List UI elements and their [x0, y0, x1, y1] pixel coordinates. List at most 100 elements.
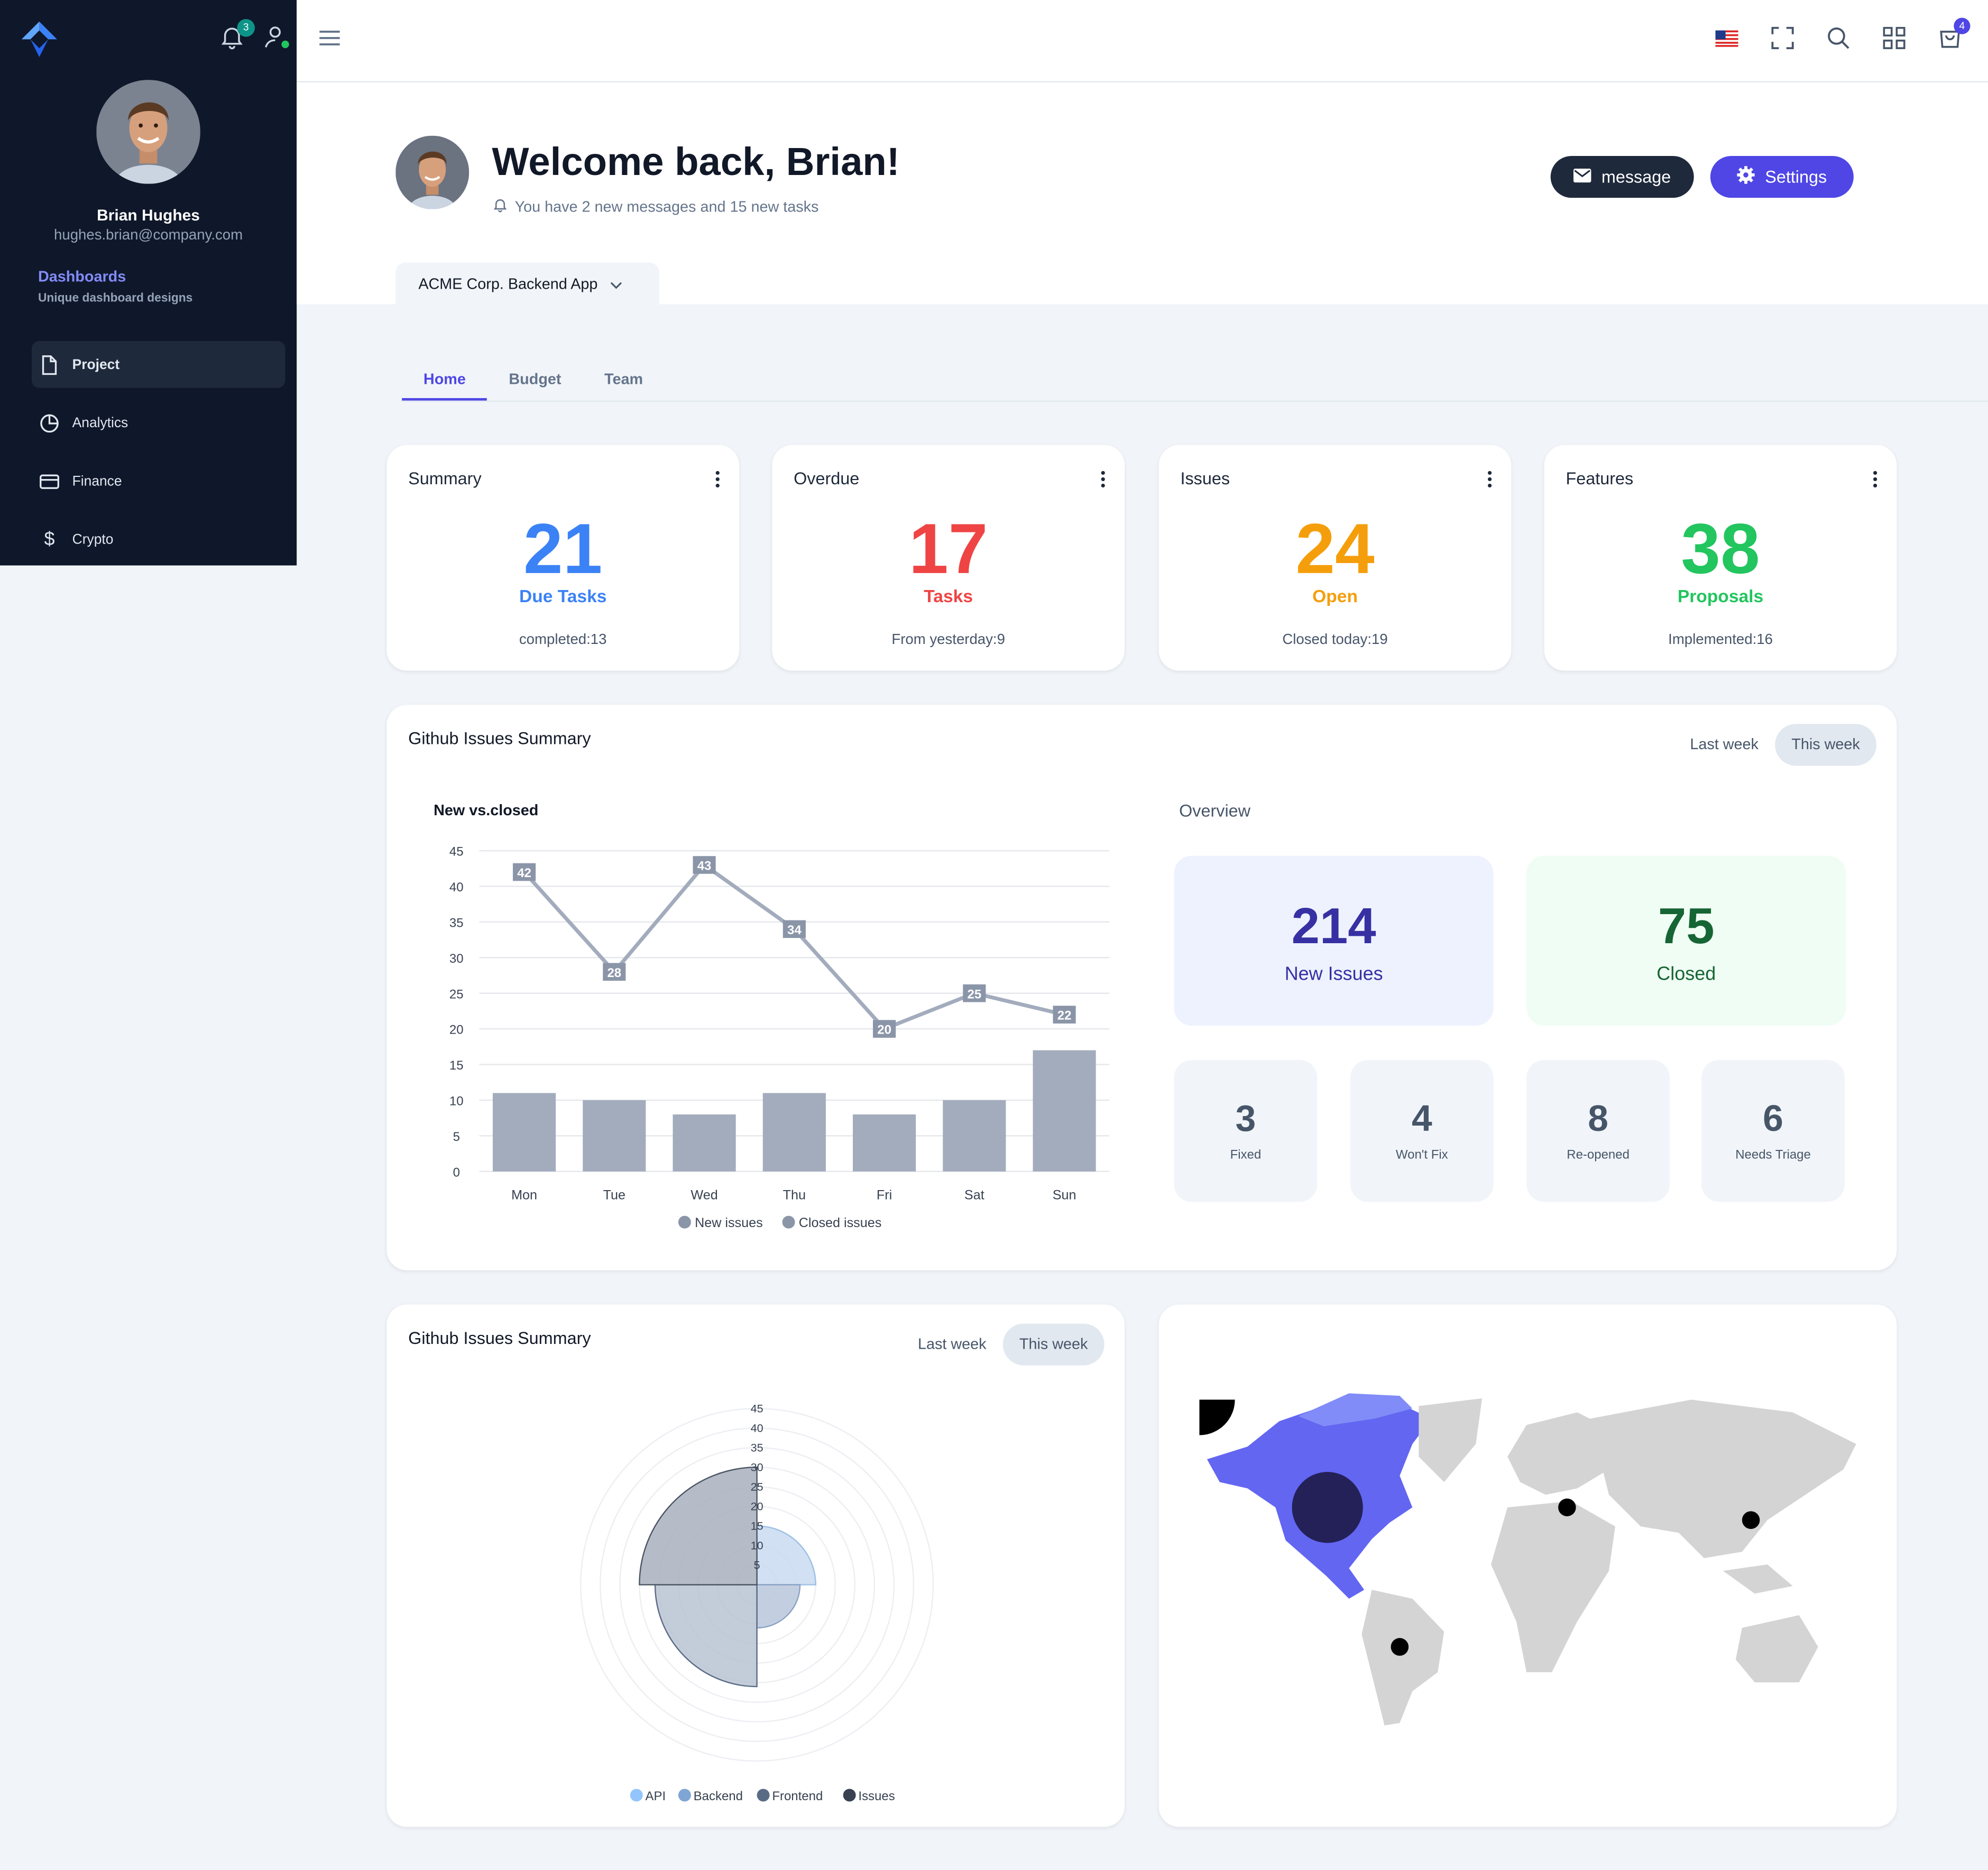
menu-icon[interactable] — [317, 25, 342, 51]
card-title: Summary — [408, 469, 482, 489]
dashboard-tabs: Home Budget Team — [402, 364, 665, 401]
fixed-box: 3 Fixed — [1174, 1060, 1318, 1202]
wont-fix-box: 4 Won't Fix — [1350, 1060, 1494, 1202]
app-logo[interactable] — [20, 20, 58, 58]
fullscreen-icon[interactable] — [1768, 23, 1798, 53]
polar-area-chart: 5 10 15 20 25 30 35 40 45 API Backend Frontend Issue… — [580, 1402, 934, 1803]
notification-bell-icon[interactable]: 3 — [218, 19, 255, 51]
sidebar-item-project[interactable]: Project — [31, 341, 286, 388]
legend-label: Issues — [858, 1789, 895, 1803]
y-tick-label: 10 — [449, 1094, 464, 1108]
x-tick-label: Sat — [964, 1187, 984, 1202]
wont-fix-value: 4 — [1411, 1099, 1432, 1140]
y-tick-label: 25 — [449, 987, 464, 1001]
tab-home[interactable]: Home — [402, 364, 487, 401]
project-selector[interactable]: ACME Corp. Backend App — [395, 262, 659, 305]
stat-footer: Implemented:16 — [1668, 632, 1773, 648]
r-tick-label: 35 — [751, 1441, 763, 1454]
sidebar-item-crypto[interactable]: $ Crypto — [32, 516, 286, 563]
polar-segment-frontend — [654, 1584, 758, 1688]
reopened-label: Re-opened — [1567, 1148, 1630, 1163]
card-title: Overdue — [794, 469, 860, 489]
sidebar: 3 Brian Hughes hughes.brian@company.com … — [0, 0, 297, 566]
region-australia — [1735, 1615, 1818, 1683]
y-tick-label: 5 — [453, 1130, 460, 1144]
legend-label: New issues — [695, 1215, 763, 1230]
closed-box: 75 Closed — [1526, 855, 1846, 1026]
us-flag-icon[interactable] — [1711, 23, 1742, 53]
card-title: Features — [1566, 469, 1634, 489]
region-asia — [1590, 1399, 1856, 1559]
r-tick-label: 45 — [751, 1402, 763, 1415]
reopened-box: 8 Re-opened — [1526, 1060, 1670, 1202]
more-options-icon[interactable] — [1871, 471, 1879, 489]
header-subtitle-text: You have 2 new messages and 15 new tasks — [514, 198, 819, 216]
stat-label: Tasks — [924, 585, 973, 606]
more-options-icon[interactable] — [1486, 471, 1493, 489]
map-marker-south-america — [1391, 1638, 1409, 1656]
message-button[interactable]: message — [1550, 155, 1694, 198]
sidebar-item-label: Crypto — [72, 531, 114, 547]
data-label: 43 — [697, 859, 712, 873]
this-week-toggle[interactable]: This week — [1002, 1323, 1105, 1366]
tab-budget[interactable]: Budget — [487, 364, 583, 401]
user-email: hughes.brian@company.com — [54, 228, 243, 244]
closed-value: 75 — [1658, 899, 1715, 955]
closed-issues-bar — [943, 1100, 1006, 1172]
github-polar-card: Github Issues Summary Last week This wee… — [386, 1304, 1125, 1827]
legend-label: Frontend — [772, 1789, 823, 1803]
legend-swatch — [678, 1789, 691, 1802]
this-week-toggle[interactable]: This week — [1775, 724, 1876, 766]
tab-team[interactable]: Team — [583, 364, 665, 401]
world-map[interactable] — [1159, 1305, 1897, 1827]
range-toggle: Last week This week — [1673, 724, 1876, 766]
user-avatar[interactable] — [96, 80, 200, 184]
chevron-down-icon — [610, 274, 623, 292]
legend-label: Closed issues — [799, 1215, 882, 1230]
sidebar-item-label: Project — [72, 357, 120, 372]
closed-label: Closed — [1656, 963, 1716, 985]
search-icon[interactable] — [1823, 23, 1854, 53]
map-marker-north-america — [1292, 1472, 1363, 1543]
stat-footer: completed:13 — [519, 632, 607, 648]
r-tick-label: 20 — [751, 1500, 763, 1513]
message-button-label: message — [1601, 167, 1671, 187]
sidebar-item-label: Analytics — [72, 415, 128, 431]
bell-icon — [492, 197, 508, 217]
reopened-value: 8 — [1588, 1099, 1608, 1140]
x-tick-label: Mon — [511, 1187, 537, 1202]
stat-label: Proposals — [1677, 585, 1764, 606]
cart-icon[interactable]: 4 — [1935, 17, 1971, 53]
more-options-icon[interactable] — [714, 471, 721, 489]
new-issues-line — [522, 862, 1065, 1031]
apps-grid-icon[interactable] — [1879, 23, 1910, 53]
settings-button[interactable]: Settings — [1710, 155, 1854, 198]
last-week-toggle[interactable]: Last week — [1673, 724, 1775, 766]
r-tick-label: 5 — [754, 1559, 760, 1572]
y-tick-label: 30 — [449, 952, 464, 966]
legend-swatch — [843, 1789, 856, 1802]
sidebar-item-finance[interactable]: Finance — [32, 458, 286, 505]
region-africa — [1491, 1501, 1615, 1672]
cart-count-badge: 4 — [1954, 17, 1971, 34]
card-title: Issues — [1180, 469, 1230, 489]
data-label: 22 — [1057, 1009, 1072, 1023]
overview-title: Overview — [1179, 801, 1251, 821]
document-icon — [39, 354, 59, 374]
online-status-dot — [281, 40, 289, 49]
polar-segment-backend — [756, 1584, 801, 1629]
closed-issues-bar — [673, 1114, 736, 1172]
more-options-icon[interactable] — [1099, 471, 1107, 489]
fixed-value: 3 — [1235, 1099, 1256, 1140]
sidebar-item-analytics[interactable]: Analytics — [32, 399, 286, 446]
card-title: Github Issues Summary — [408, 729, 591, 748]
user-name: Brian Hughes — [97, 206, 200, 225]
user-status-icon[interactable] — [261, 23, 289, 51]
legend-label: API — [646, 1789, 666, 1803]
y-tick-label: 35 — [449, 916, 464, 930]
dollar-icon: $ — [44, 528, 55, 550]
pie-chart-icon — [39, 413, 59, 433]
last-week-toggle[interactable]: Last week — [901, 1323, 1003, 1365]
map-marker-europe — [1558, 1498, 1576, 1516]
legend-label: Backend — [694, 1789, 743, 1803]
